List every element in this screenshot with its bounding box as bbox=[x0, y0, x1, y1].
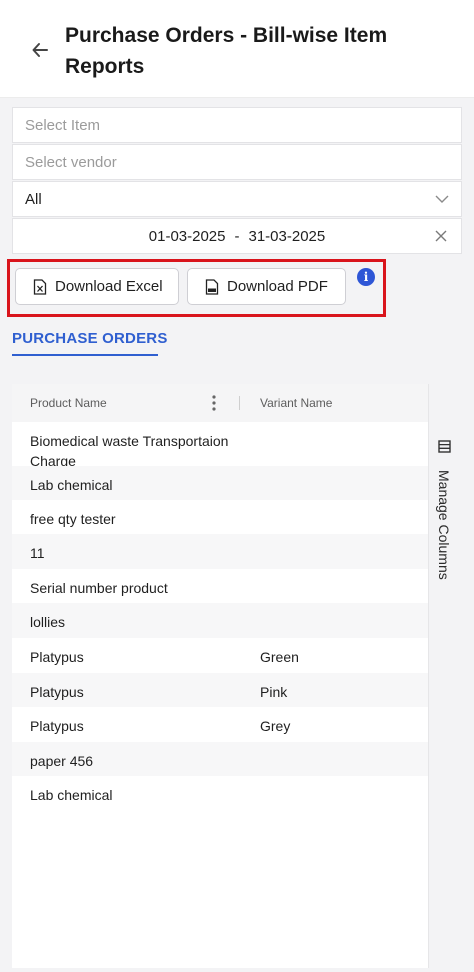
close-icon[interactable] bbox=[433, 228, 449, 244]
status-select-value: All bbox=[25, 190, 42, 208]
item-select[interactable]: Select Item bbox=[12, 107, 462, 143]
item-select-placeholder: Select Item bbox=[25, 116, 101, 134]
table-row[interactable]: Platypus Grey bbox=[12, 707, 428, 742]
status-select[interactable]: All bbox=[12, 181, 462, 217]
vendor-select-placeholder: Select vendor bbox=[25, 153, 117, 171]
cell-product-name: Lab chemical bbox=[30, 787, 113, 803]
arrow-left-icon bbox=[32, 43, 48, 57]
cell-product-name: lollies bbox=[30, 614, 66, 630]
vendor-select[interactable]: Select vendor bbox=[12, 144, 462, 180]
column-resize-handle[interactable] bbox=[239, 396, 240, 410]
cell-product-name: paper 456 bbox=[30, 753, 94, 769]
table-row[interactable]: Platypus Pink bbox=[12, 673, 428, 707]
tab-purchase-orders[interactable]: PURCHASE ORDERS bbox=[12, 330, 168, 347]
date-start: 01-03-2025 bbox=[148, 227, 226, 245]
cell-product-name: Lab chemical bbox=[30, 477, 113, 493]
info-icon[interactable]: i bbox=[357, 268, 375, 286]
table-row[interactable]: Serial number product bbox=[12, 569, 428, 603]
date-range-picker[interactable]: 01-03-2025 - 31-03-2025 bbox=[12, 218, 462, 254]
cell-variant-name: Grey bbox=[260, 718, 291, 734]
cell-product-name: Platypus bbox=[30, 718, 84, 734]
cell-variant-name: Pink bbox=[260, 684, 288, 700]
column-menu-icon[interactable] bbox=[209, 394, 219, 412]
cell-product-name: Biomedical waste Transportaion Charge bbox=[30, 433, 229, 469]
column-header-product-name[interactable]: Product Name bbox=[30, 396, 107, 410]
cell-product-name: free qty tester bbox=[30, 511, 116, 527]
date-end: 31-03-2025 bbox=[248, 227, 326, 245]
table-row[interactable]: paper 456 bbox=[12, 742, 428, 776]
manage-columns-label: Manage Columns bbox=[436, 470, 452, 580]
cell-product-name: Platypus bbox=[30, 649, 84, 665]
manage-columns-button[interactable]: Manage Columns bbox=[430, 440, 460, 590]
columns-icon bbox=[438, 440, 451, 453]
table-row[interactable]: Platypus Green bbox=[12, 638, 428, 673]
cell-product-name: Platypus bbox=[30, 684, 84, 700]
table-row[interactable]: lollies bbox=[12, 603, 428, 638]
table-row[interactable]: Lab chemical bbox=[12, 466, 428, 500]
download-excel-label: Download Excel bbox=[55, 278, 163, 295]
cell-variant-name: Green bbox=[260, 649, 299, 665]
table-row[interactable]: Biomedical waste Transportaion Charge bbox=[12, 422, 428, 469]
back-button[interactable] bbox=[26, 36, 54, 64]
excel-file-icon bbox=[33, 278, 47, 295]
table-row[interactable]: free qty tester bbox=[12, 500, 428, 534]
items-table: Product Name Variant Name Biomedical was… bbox=[12, 384, 428, 968]
tab-active-indicator bbox=[12, 354, 158, 356]
table-row[interactable]: 11 bbox=[12, 534, 428, 569]
column-header-variant-name[interactable]: Variant Name bbox=[260, 396, 332, 410]
pdf-file-icon bbox=[205, 278, 219, 295]
cell-product-name: 11 bbox=[30, 545, 45, 561]
table-header: Product Name Variant Name bbox=[12, 384, 428, 422]
download-pdf-button[interactable]: Download PDF bbox=[187, 268, 346, 305]
date-separator: - bbox=[234, 227, 240, 245]
table-row[interactable]: Lab chemical bbox=[12, 776, 428, 811]
chevron-down-icon bbox=[435, 195, 449, 203]
app-header: Purchase Orders - Bill-wise Item Reports bbox=[0, 0, 474, 98]
cell-product-name: Serial number product bbox=[30, 580, 168, 596]
download-pdf-label: Download PDF bbox=[227, 278, 328, 295]
download-excel-button[interactable]: Download Excel bbox=[15, 268, 179, 305]
page-title: Purchase Orders - Bill-wise Item Reports bbox=[65, 24, 388, 78]
